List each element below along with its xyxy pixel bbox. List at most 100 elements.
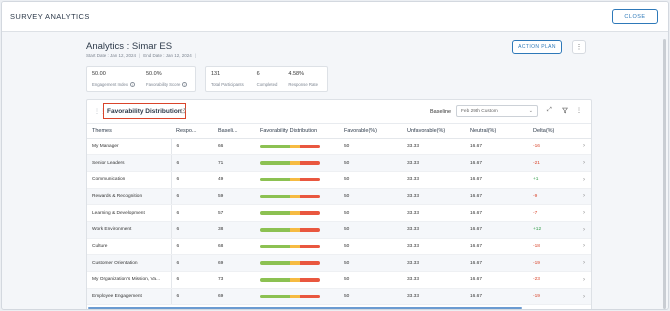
favorability-bar-cell [255,171,339,189]
bar-favorable-segment [260,261,290,265]
more-options-button[interactable]: ⋮ [572,40,586,54]
bar-neutral-segment [290,244,300,249]
chevron-down-icon: ⌄ [528,108,533,114]
participation-stats: 131 Total Participants 6 Completed 4.58%… [205,66,328,92]
chevron-right-icon[interactable]: › [583,260,585,266]
favorability-bar-cell [255,221,339,239]
table-row[interactable]: Employee Engagement 6 69 50 33.33 16.67 -19 › [87,288,591,306]
baseline-cell: 38 [213,221,255,239]
favorable-cell: 50 [339,238,402,256]
favorability-bar [260,161,320,165]
neutral-cell: 16.67 [465,204,528,222]
page-title: Analytics : Simar ES [86,41,173,52]
neutral-cell: 16.67 [465,254,528,272]
column-header[interactable]: Unfavorable(%) [402,124,465,139]
row-expand-cell: › [578,138,591,156]
favorability-bar-cell [255,188,339,206]
favorability-bar [260,228,320,232]
column-header[interactable]: Neutral(%) [465,124,528,139]
favorable-cell: 50 [339,138,402,156]
table-row[interactable]: Rewards & Recognition 6 59 50 33.33 16.67 -9 › [87,188,591,206]
column-header[interactable]: Respo... [171,124,213,139]
respondents-cell: 6 [171,288,213,306]
close-button[interactable]: CLOSE [612,9,658,24]
chevron-right-icon[interactable]: › [583,294,585,300]
info-icon[interactable]: i [182,82,188,87]
chevron-right-icon[interactable]: › [583,277,585,283]
bar-favorable-segment [260,211,290,215]
expand-icon[interactable]: ⤢ [547,107,552,114]
favorability-bar-cell [255,288,339,306]
neutral-cell: 16.67 [465,288,528,306]
chevron-right-icon[interactable]: › [583,210,585,216]
favorable-cell: 50 [339,254,402,272]
baseline-cell: 59 [213,188,255,206]
start-date: Start Date : Jan 12, 2024 [86,53,137,58]
column-header[interactable]: Favorability Distribution [255,124,339,139]
info-icon[interactable]: i [130,82,136,87]
table-row[interactable]: My Organization's Mission, Va... 6 73 50 33.… [87,271,591,289]
stat-total-participants: 131 Total Participants [211,71,244,87]
horizontal-scrollbar[interactable] [88,307,522,309]
modal-title: SURVEY ANALYTICS [10,12,90,21]
chevron-right-icon[interactable]: › [583,243,585,249]
respondents-cell: 6 [171,271,213,289]
bar-neutral-segment [290,261,300,265]
neutral-cell: 16.67 [465,188,528,206]
row-expand-cell: › [578,204,591,222]
chevron-right-icon[interactable]: › [583,227,585,233]
theme-cell: Culture [87,238,172,256]
card-title[interactable]: Favorability Distribution [103,103,186,119]
delta-cell: +1 [528,171,578,189]
chevron-right-icon[interactable]: › [583,193,585,199]
baseline-cell: 57 [213,204,255,222]
chevron-right-icon[interactable]: › [583,143,585,149]
favorability-bar-cell [255,254,339,272]
baseline-cell: 73 [213,271,255,289]
theme-cell: Work Environment [87,221,172,239]
filter-icon[interactable] [562,107,568,114]
bar-unfavorable-segment [300,211,320,215]
column-header[interactable]: Delta(%) [528,124,578,139]
baseline-cell: 68 [213,238,255,256]
unfavorable-cell: 33.33 [402,221,465,239]
favorability-card: ⋮⋮ Favorability Distribution Baseline Fe… [86,99,592,309]
bar-neutral-segment [290,144,300,149]
survey-dates: Start Date : Jan 12, 2024 | End Date : J… [86,53,196,58]
external-link-icon[interactable] [180,108,186,114]
favorability-bar [260,194,320,199]
table-row[interactable]: Communication 6 49 50 33.33 16.67 +1 › [87,171,591,189]
stat-completed: 6 Completed [256,71,278,87]
unfavorable-cell: 33.33 [402,171,465,189]
baseline-select[interactable]: Feb 29th Custom ⌄ [456,105,538,117]
table-row[interactable]: Learning & Development 6 57 50 33.33 16.67 -7 › [87,204,591,222]
bar-favorable-segment [260,244,290,249]
table-row[interactable]: Senior Leaders 6 71 50 33.33 16.67 -21 › [87,154,591,172]
favorability-table: Themes Respo... Baseli... Favorability D… [87,124,591,306]
unfavorable-cell: 33.33 [402,271,465,289]
bar-unfavorable-segment [300,177,320,182]
bar-neutral-segment [290,177,300,182]
bar-unfavorable-segment [300,294,320,299]
column-header[interactable]: Baseli... [213,124,255,139]
column-header[interactable]: Favorable(%) [339,124,402,139]
respondents-cell: 6 [171,171,213,189]
chevron-right-icon[interactable]: › [583,160,585,166]
table-row[interactable]: My Manager 6 66 50 33.33 16.67 -16 › [87,138,591,156]
stat-engagement-index: 50.00 Engagement Index i [87,67,141,91]
table-row[interactable]: Culture 6 68 50 33.33 16.67 -18 › [87,238,591,256]
table-row[interactable]: Customer Orientation 6 69 50 33.33 16.67 -19 › [87,254,591,272]
theme-cell: My Organization's Mission, Va... [87,271,172,289]
respondents-cell: 6 [171,238,213,256]
favorability-bar [260,211,320,215]
bar-unfavorable-segment [300,161,320,165]
column-header[interactable]: Themes [87,124,171,139]
chevron-right-icon[interactable]: › [583,177,585,183]
table-row[interactable]: Work Environment 6 38 50 33.33 16.67 +12 › [87,221,591,239]
delta-cell: -19 [528,288,578,306]
vertical-scrollbar[interactable] [663,39,666,309]
kebab-icon[interactable]: ⋮ [576,107,582,114]
action-plan-button[interactable]: ACTION PLAN [512,40,562,54]
unfavorable-cell: 33.33 [402,188,465,206]
theme-cell: Employee Engagement [87,288,172,306]
